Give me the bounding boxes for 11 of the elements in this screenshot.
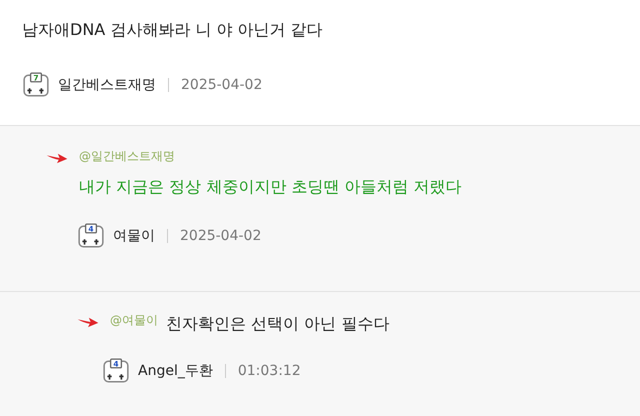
comment-text: 내가 지금은 정상 체중이지만 초딩땐 아들처럼 저랬다 <box>79 177 462 198</box>
post-date: 2025-04-02 <box>181 77 262 93</box>
author-name[interactable]: Angel_두환 <box>138 362 213 380</box>
comment-time: 01:03:12 <box>238 363 301 379</box>
reply-arrow-icon <box>76 316 100 328</box>
post-title: 남자애DNA 검사해봐라 니 야 아닌거 같다 <box>22 20 324 41</box>
author-name[interactable]: 여물이 <box>113 227 155 245</box>
comment-time: 2025-04-02 <box>180 228 262 244</box>
comment-text: 친자확인은 선택이 아닌 필수다 <box>166 314 390 335</box>
reply-arrow-icon <box>45 152 69 164</box>
author-name[interactable]: 일간베스트재명 <box>58 76 156 94</box>
